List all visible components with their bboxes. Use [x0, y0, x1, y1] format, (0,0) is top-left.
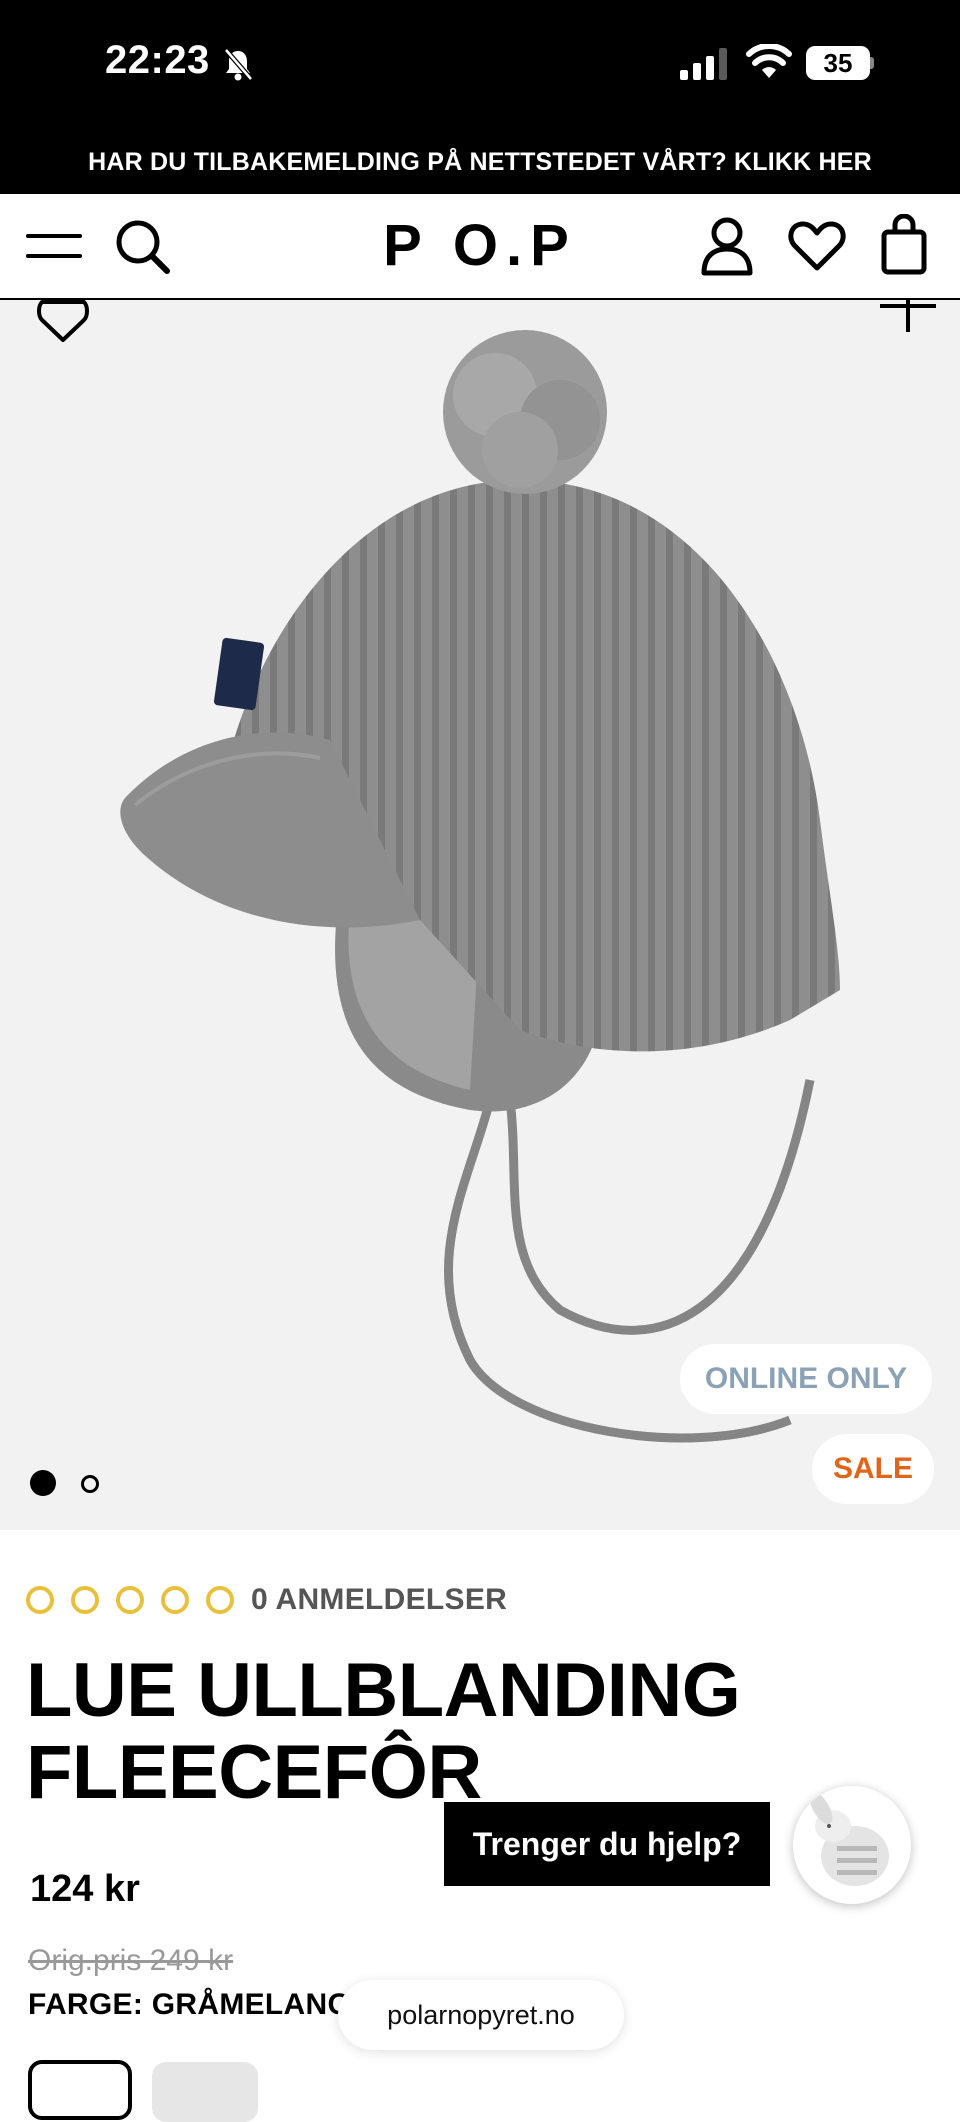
color-label: FARGE: GRÅMELANGE — [28, 1988, 372, 2021]
status-time: 22:23 — [105, 38, 210, 82]
feedback-banner-link[interactable]: HAR DU TILBAKEMELDING PÅ NETTSTEDET VÅRT… — [0, 130, 960, 194]
online-only-badge: ONLINE ONLY — [680, 1344, 932, 1414]
signal-icon — [680, 48, 727, 80]
battery-icon: 35 — [806, 46, 874, 80]
sale-badge: SALE — [812, 1434, 934, 1504]
carousel-dot[interactable] — [81, 1475, 99, 1493]
rating-star-icon — [26, 1586, 54, 1614]
heart-icon[interactable] — [788, 220, 846, 272]
menu-icon[interactable] — [26, 230, 82, 262]
bell-off-icon — [224, 48, 253, 81]
bunny-avatar-icon — [809, 1791, 889, 1886]
carousel-dot-active[interactable] — [30, 1470, 56, 1496]
rating-star-icon — [206, 1586, 234, 1614]
wifi-icon — [746, 44, 792, 78]
rating-star-icon — [71, 1586, 99, 1614]
status-bar: 22:23 35 — [0, 0, 960, 130]
rating-row[interactable]: 0 ANMELDELSER — [26, 1582, 507, 1618]
product-title: LUE ULLBLANDING FLEECEFÔR — [26, 1650, 746, 1814]
rating-star-icon — [116, 1586, 144, 1614]
search-icon[interactable] — [114, 218, 172, 276]
reviews-count: 0 ANMELDELSER — [251, 1583, 508, 1616]
color-swatch-selected[interactable] — [28, 2060, 132, 2120]
chat-avatar[interactable] — [793, 1786, 911, 1904]
product-title-line: LUE ULLBLANDING — [26, 1648, 741, 1733]
plus-icon[interactable] — [880, 300, 936, 334]
product-price: 124 kr — [30, 1868, 140, 1910]
cart-icon[interactable] — [880, 214, 928, 276]
rating-star-icon — [161, 1586, 189, 1614]
color-swatch[interactable] — [152, 2062, 258, 2122]
browser-url-bar[interactable]: polarnopyret.no — [338, 1980, 624, 2050]
heart-icon[interactable] — [34, 300, 92, 344]
battery-level: 35 — [806, 46, 870, 80]
account-icon[interactable] — [700, 216, 754, 276]
original-price: Orig.pris 249 kr — [28, 1944, 234, 1977]
product-image-carousel[interactable]: ONLINE ONLY SALE — [0, 300, 960, 1530]
help-chat-button[interactable]: Trenger du hjelp? — [444, 1802, 770, 1886]
site-logo[interactable]: P O.P — [380, 212, 580, 279]
site-header: P O.P — [0, 194, 960, 301]
